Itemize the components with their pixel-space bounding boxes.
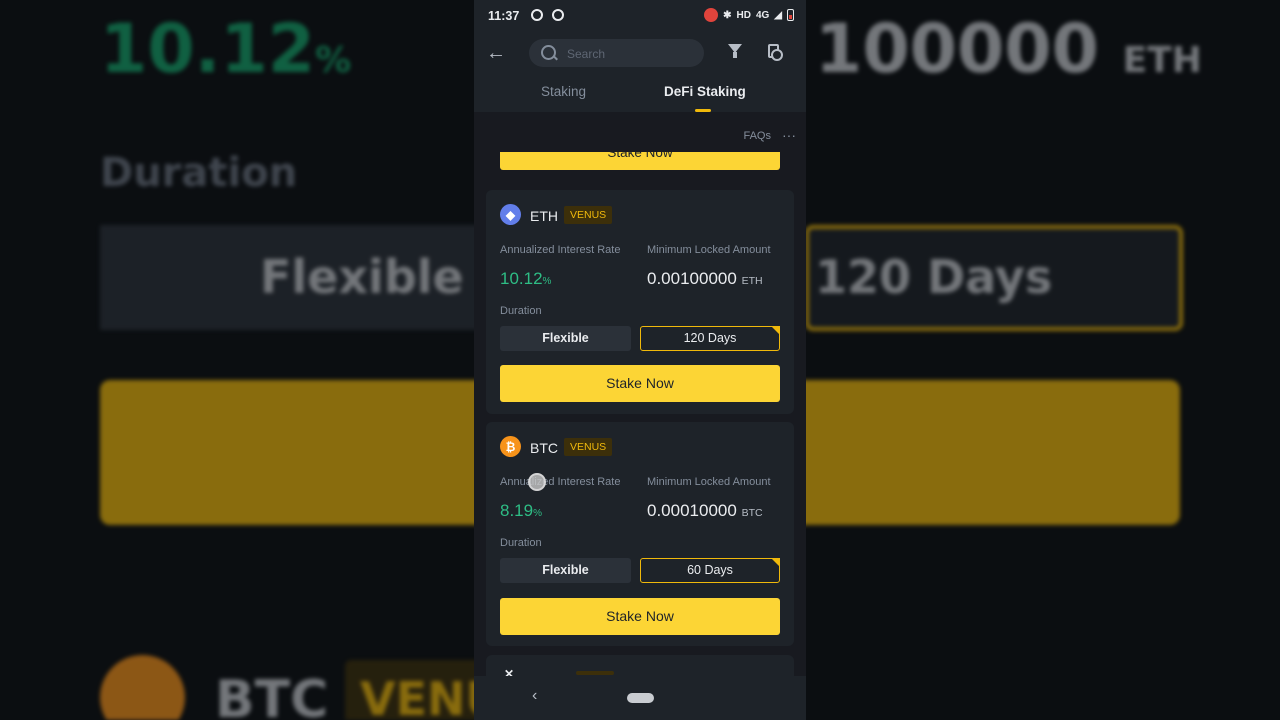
staking-card-btc: ₿ BTC VENUS Annualized Interest Rate Min…	[486, 422, 794, 646]
bg-flexible-label: Flexible	[260, 250, 464, 304]
stake-now-button[interactable]: Stake Now	[500, 598, 780, 635]
filter-icon[interactable]	[728, 44, 742, 58]
faq-row: FAQs ···	[474, 124, 806, 148]
interest-rate: 8.19%	[500, 501, 542, 520]
protocol-badge: VENUS	[564, 206, 613, 224]
duration-selected-option[interactable]: 120 Days	[640, 326, 780, 351]
stake-now-button[interactable]: Stake Now	[500, 365, 780, 402]
app-notification-icon	[552, 9, 564, 21]
min-amount: 0.00010000 BTC	[647, 501, 763, 520]
asset-name: BTC	[530, 440, 558, 456]
bg-days-label: 120 Days	[815, 250, 1053, 304]
system-nav-bar: ‹	[474, 676, 806, 720]
duration-label: Duration	[500, 305, 542, 317]
duration-label: Duration	[500, 537, 542, 549]
bg-rate: 10.12%	[100, 10, 352, 89]
status-bar: 11:37 ✱ HD 4G ◢	[474, 0, 806, 32]
tab-bar: Staking DeFi Staking	[474, 82, 806, 112]
back-arrow-icon[interactable]: ←	[486, 42, 506, 65]
notification-icon	[531, 9, 543, 21]
status-time: 11:37	[488, 9, 520, 23]
search-bar[interactable]	[529, 39, 704, 69]
bitcoin-icon: ₿	[500, 436, 521, 457]
status-icons: ✱ HD 4G ◢	[704, 8, 794, 22]
more-options-icon[interactable]: ···	[782, 127, 796, 143]
phone-screen: 11:37 ✱ HD 4G ◢ ← Staking DeFi Staking F…	[474, 0, 806, 720]
bg-coin-label: BTC	[215, 670, 329, 720]
network-label: HD	[736, 9, 751, 21]
search-icon	[541, 45, 556, 60]
signal-label: 4G	[755, 9, 770, 21]
record-icon	[704, 8, 719, 22]
bg-amount: 100000 ETH	[815, 10, 1202, 89]
touch-indicator	[528, 473, 546, 491]
search-input[interactable]	[565, 39, 699, 69]
rate-label: Annualized Interest Rate	[500, 244, 621, 256]
signal-icon: ◢	[774, 9, 782, 21]
duration-flexible-option[interactable]: Flexible	[500, 326, 631, 351]
previous-stake-button[interactable]: Stake Now	[500, 152, 780, 170]
ethereum-icon: ◆	[500, 204, 521, 225]
next-badge	[576, 671, 614, 675]
asset-name: ETH	[530, 208, 558, 224]
active-tab-indicator	[695, 109, 711, 112]
rate-label: Annualized Interest Rate	[500, 476, 621, 488]
duration-selected-option[interactable]: 60 Days	[640, 558, 780, 583]
protocol-badge: VENUS	[564, 438, 613, 456]
duration-flexible-option[interactable]: Flexible	[500, 558, 631, 583]
tab-defi-staking[interactable]: DeFi Staking	[664, 84, 746, 99]
bg-bitcoin-icon	[100, 655, 185, 720]
interest-rate: 10.12%	[500, 269, 552, 288]
bg-duration-label: Duration	[100, 150, 298, 196]
previous-stake-label: Stake Now	[607, 152, 673, 160]
home-pill-icon[interactable]	[627, 693, 654, 703]
history-icon[interactable]	[768, 44, 783, 61]
battery-icon	[787, 9, 794, 21]
min-amount: 0.00100000 ETH	[647, 269, 763, 288]
bluetooth-icon: ✱	[723, 9, 732, 21]
faqs-link[interactable]: FAQs	[743, 130, 771, 142]
app-header: ← Staking DeFi Staking	[474, 32, 806, 112]
min-amount-label: Minimum Locked Amount	[647, 476, 771, 488]
nav-back-icon[interactable]: ‹	[532, 687, 537, 705]
tab-staking[interactable]: Staking	[541, 84, 586, 99]
min-amount-label: Minimum Locked Amount	[647, 244, 771, 256]
staking-card-eth: ◆ ETH VENUS Annualized Interest Rate Min…	[486, 190, 794, 414]
